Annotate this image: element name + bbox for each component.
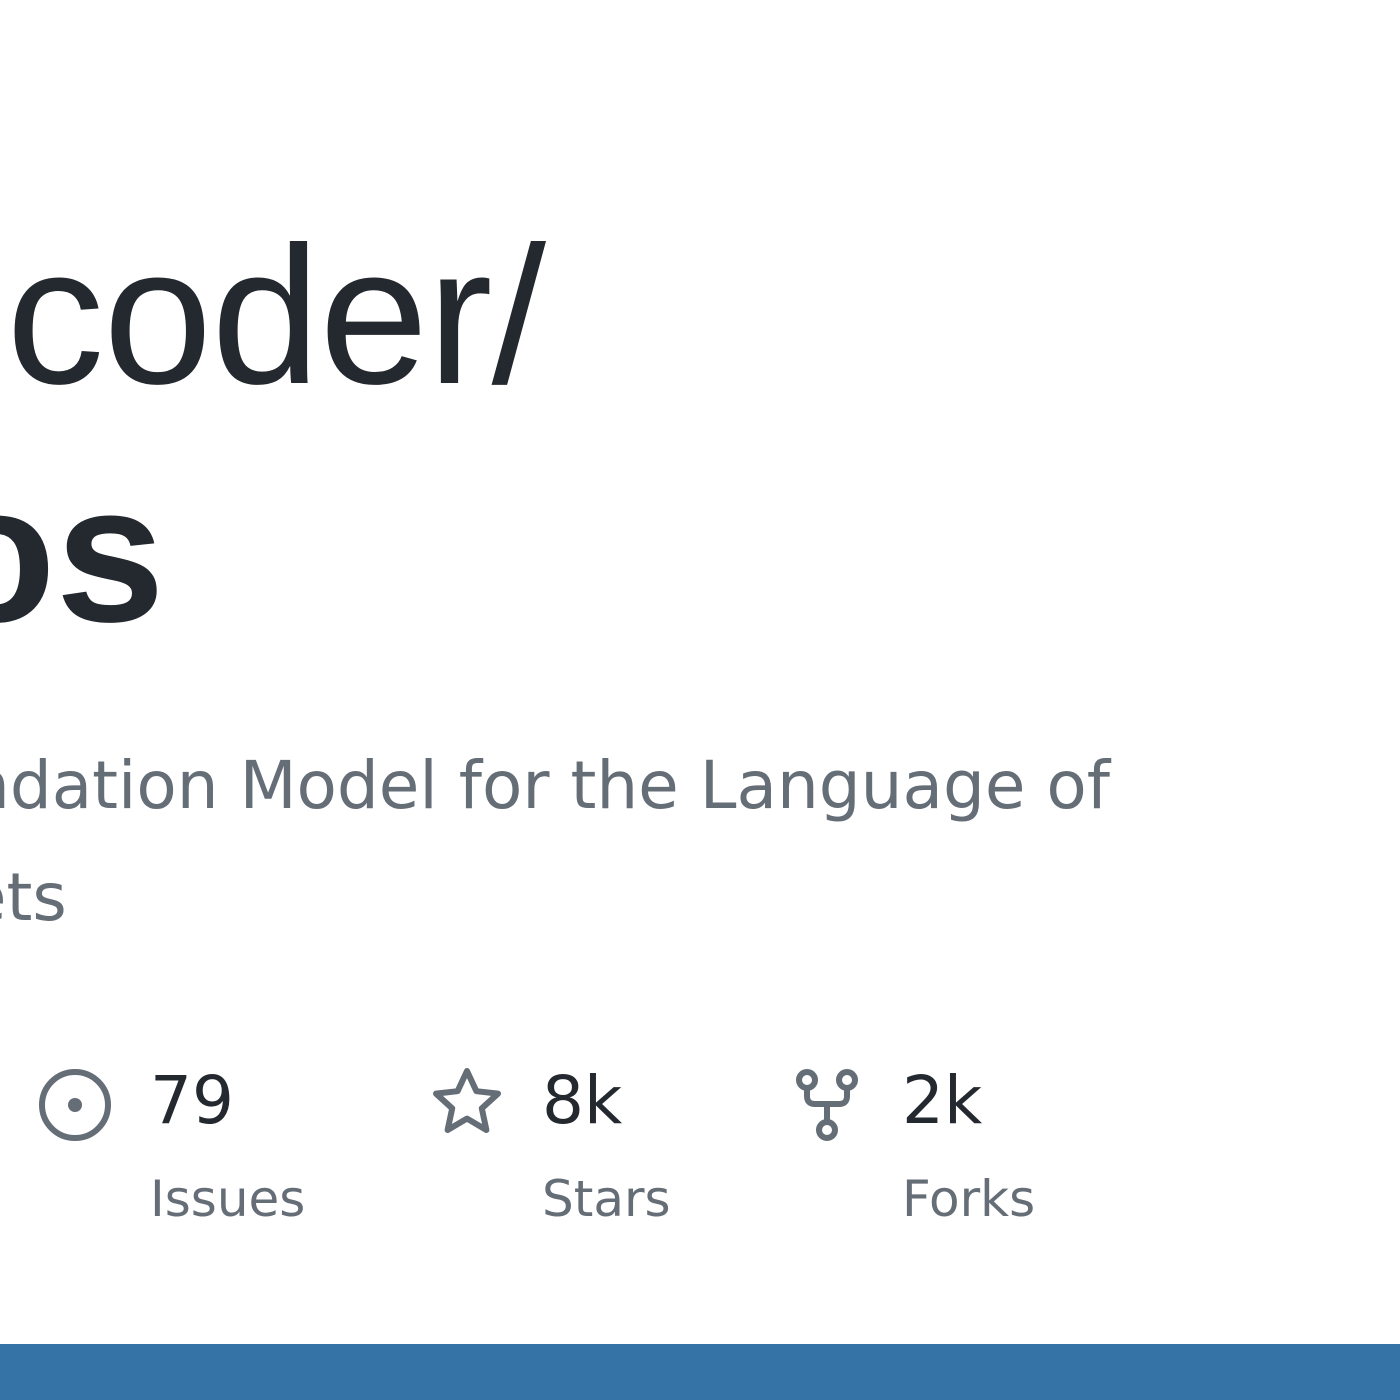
stars-stat: 8k Stars bbox=[430, 1062, 730, 1232]
repo-forked-icon bbox=[794, 1066, 860, 1149]
repo-name: os bbox=[0, 444, 165, 663]
repository-social-card: -coder/ os ndation Model for the Languag… bbox=[0, 0, 1400, 1400]
forks-count: 2k bbox=[902, 1062, 983, 1139]
repo-owner-path: -coder/ bbox=[0, 206, 546, 425]
repo-description-line-1: ndation Model for the Language of bbox=[0, 747, 1111, 824]
stars-count: 8k bbox=[542, 1062, 623, 1139]
issues-count: 79 bbox=[150, 1062, 234, 1139]
language-color-bar bbox=[0, 1344, 1400, 1400]
repo-description: ndation Model for the Language of kets bbox=[0, 730, 1110, 954]
forks-label: Forks bbox=[902, 1170, 1036, 1228]
star-icon bbox=[430, 1066, 504, 1145]
issue-opened-icon bbox=[36, 1066, 114, 1149]
forks-stat: 2k Forks bbox=[794, 1062, 1094, 1232]
repo-description-line-2: kets bbox=[0, 859, 67, 936]
issues-stat: 79 Issues bbox=[36, 1062, 356, 1232]
stars-label: Stars bbox=[542, 1170, 671, 1228]
issues-label: Issues bbox=[150, 1170, 306, 1228]
